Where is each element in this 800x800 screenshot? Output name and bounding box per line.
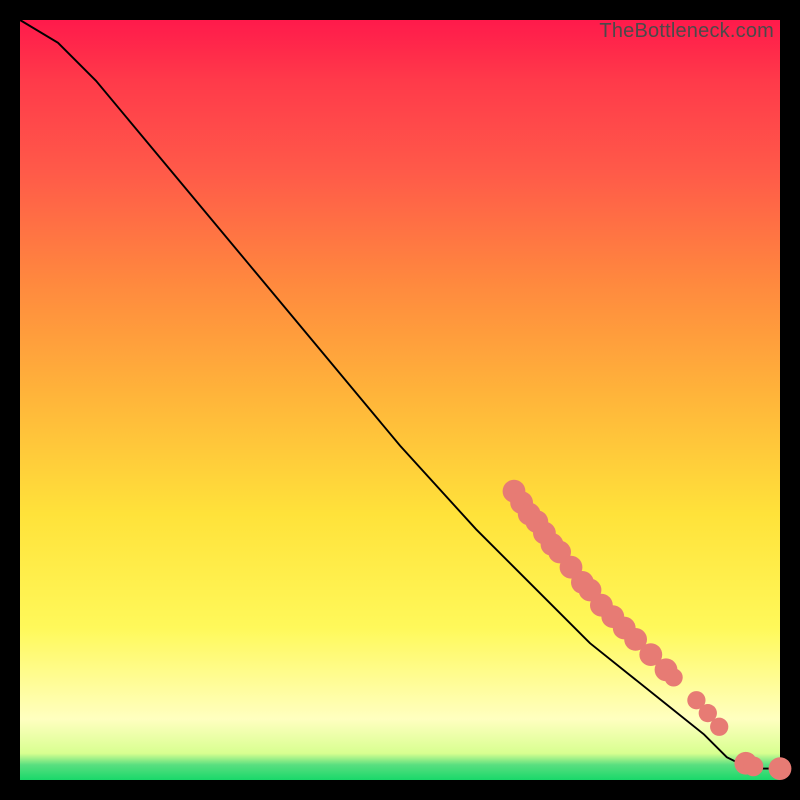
- data-marker: [710, 718, 728, 736]
- data-marker: [744, 756, 764, 776]
- chart-svg: [20, 20, 780, 780]
- data-markers: [503, 480, 792, 780]
- chart-plot-area: TheBottleneck.com: [20, 20, 780, 780]
- data-marker: [664, 668, 682, 686]
- bottleneck-curve: [20, 20, 780, 769]
- chart-stage: TheBottleneck.com: [0, 0, 800, 800]
- data-marker: [769, 757, 792, 780]
